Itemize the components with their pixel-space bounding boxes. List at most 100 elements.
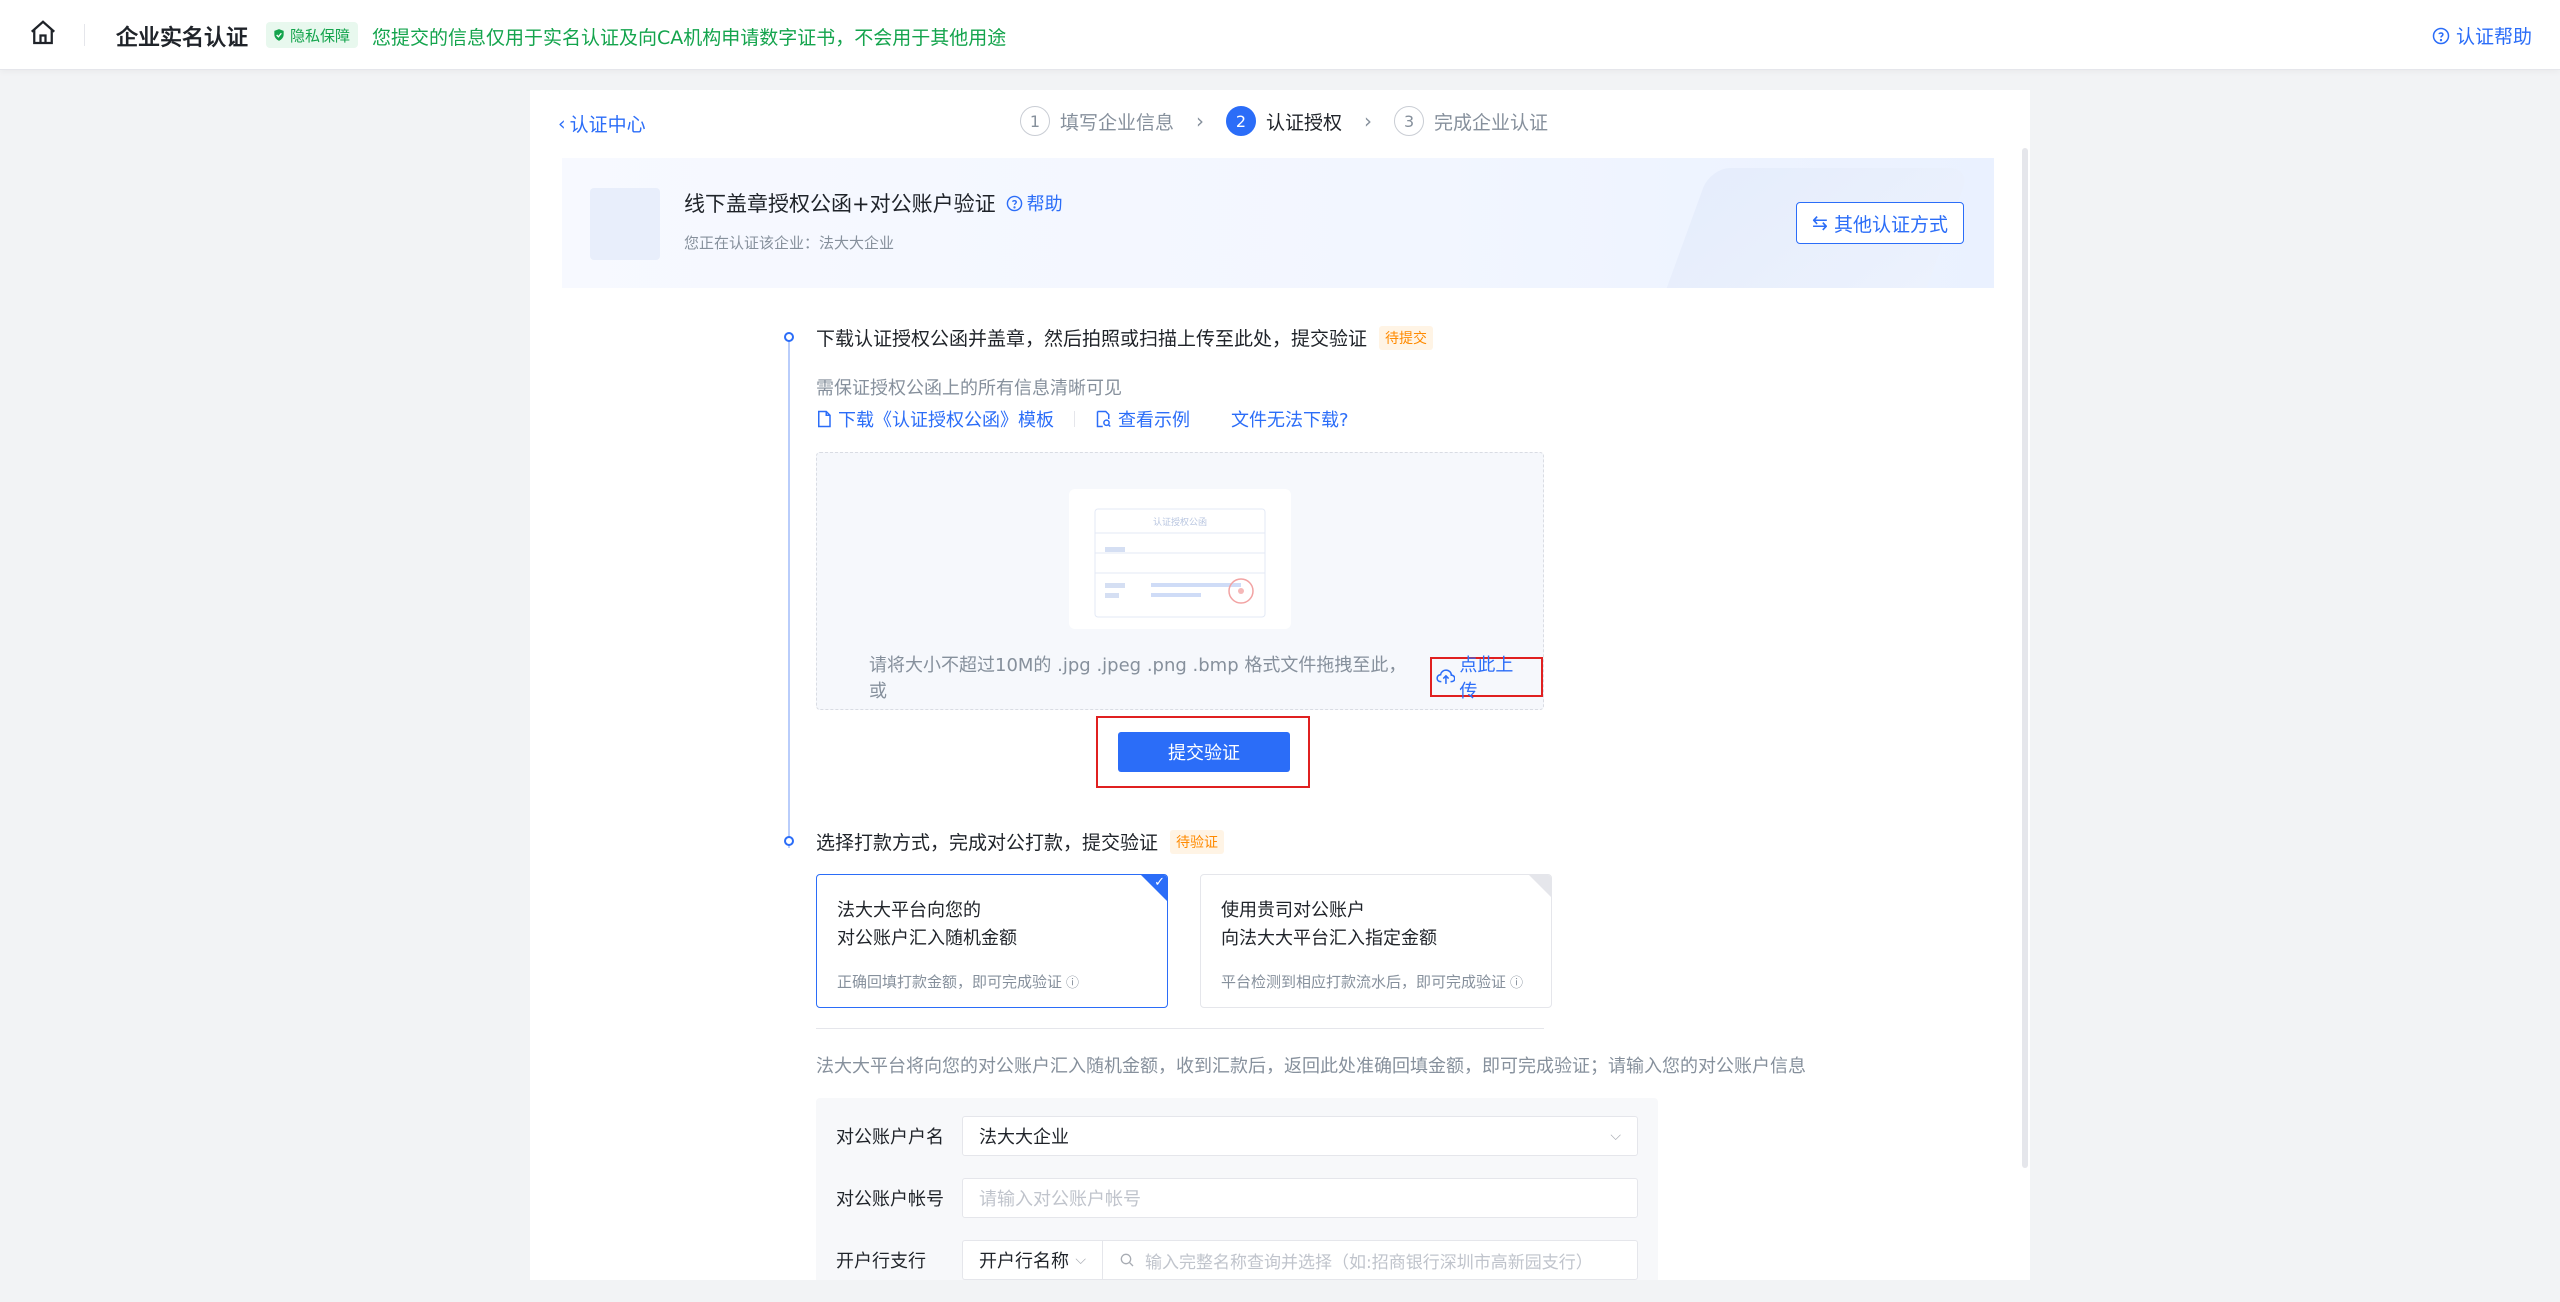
payment-section-title-text: 选择打款方式，完成对公打款，提交验证 [816,832,1159,854]
payment-option-title: 使用贵司对公账户 向法大大平台汇入指定金额 [1221,897,1437,953]
step-indicator: 1 填写企业信息 › 2 认证授权 › 3 完成企业认证 [1020,104,1548,138]
method-banner: 线下盖章授权公函+对公账户验证 帮助 您正在认证该企业：法大大企业 ⇆ 其他认证… [562,158,1994,288]
payment-option-subtitle-text: 平台检测到相应打款流水后，即可完成验证 [1221,973,1507,991]
document-preview-illustration: 认证授权公函 [1094,508,1266,618]
link-separator [1074,411,1075,427]
cloud-upload-icon [1435,669,1456,684]
question-circle-icon [1006,195,1022,211]
bank-branch-row: 开户行支行 开户行名称 ⌵ 输入完整名称查询并选择（如:招商银行深圳市高新园支行… [836,1240,1638,1280]
download-template-label: 下载《认证授权公函》模板 [838,410,1054,431]
upload-tip: 请将大小不超过10M的 .jpg .jpeg .png .bmp 格式文件拖拽至… [869,651,1543,703]
top-divider [84,24,85,46]
timeline-dot-2 [784,836,794,846]
chevron-left-icon: ‹ [558,112,566,135]
other-method-button[interactable]: ⇆ 其他认证方式 [1796,202,1964,244]
scrollbar[interactable] [2022,148,2028,1168]
privacy-badge-label: 隐私保障 [290,26,351,45]
click-upload-button[interactable]: 点此上传 [1429,655,1543,702]
payment-option-random-amount[interactable]: ✓ 法大大平台向您的 对公账户汇入随机金额 正确回填打款金额，即可完成验证 ⓘ [816,874,1168,1008]
submit-verification-button[interactable]: 提交验证 [1118,732,1290,772]
account-number-row: 对公账户帐号 请输入对公账户帐号 [836,1178,1638,1218]
payment-option-specified-amount[interactable]: 使用贵司对公账户 向法大大平台汇入指定金额 平台检测到相应打款流水后，即可完成验… [1200,874,1552,1008]
bank-branch-search-placeholder: 输入完整名称查询并选择（如:招商银行深圳市高新园支行） [1145,1252,1593,1273]
bank-branch-label: 开户行支行 [836,1251,926,1272]
company-logo [590,188,660,260]
step-1: 1 填写企业信息 [1020,106,1174,136]
step-3: 3 完成企业认证 [1394,106,1548,136]
document-preview-title: 认证授权公函 [1153,516,1207,528]
status-badge: 待提交 [1379,325,1434,350]
bank-branch-search-input[interactable]: 输入完整名称查询并选择（如:招商银行深圳市高新园支行） [1102,1240,1638,1280]
document-preview: 认证授权公函 [1069,489,1291,629]
bank-name-select[interactable]: 开户行名称 ⌵ [962,1240,1102,1280]
section-divider [816,1028,1544,1029]
question-circle-icon[interactable]: ⓘ [1510,972,1523,991]
chevron-down-icon: ⌵ [1610,1128,1621,1144]
upload-hint: 需保证授权公函上的所有信息清晰可见 [816,378,1122,399]
swap-icon: ⇆ [1812,212,1828,234]
chevron-right-icon: › [1364,109,1373,133]
account-name-select[interactable]: 法大大企业 ⌵ [962,1116,1638,1156]
view-example-link[interactable]: 查看示例 [1095,406,1190,432]
document-icon [818,410,831,428]
privacy-notice: 您提交的信息仅用于实名认证及向CA机构申请数字证书，不会用于其他用途 [372,27,1007,49]
upload-section-title-text: 下载认证授权公函并盖章，然后拍照或扫描上传至此处，提交验证 [816,328,1368,350]
payment-description: 法大大平台将向您的对公账户汇入随机金额，收到汇款后，返回此处准确回填金额，即可完… [816,1056,1806,1077]
top-bar: 企业实名认证 隐私保障 您提交的信息仅用于实名认证及向CA机构申请数字证书，不会… [0,0,2560,70]
account-number-label: 对公账户帐号 [836,1189,944,1210]
account-name-value: 法大大企业 [979,1127,1069,1148]
bank-name-select-value: 开户行名称 [979,1251,1069,1272]
payment-option-line2: 对公账户汇入随机金额 [837,928,1017,949]
method-help-link[interactable]: 帮助 [1006,190,1063,216]
shield-check-icon [274,29,284,41]
method-help-label: 帮助 [1026,194,1063,215]
payment-option-line1: 法大大平台向您的 [837,900,981,921]
current-company: 您正在认证该企业：法大大企业 [684,234,895,252]
method-title-text: 线下盖章授权公函+对公账户验证 [684,192,996,216]
help-link-label: 认证帮助 [2455,26,2532,48]
download-template-link[interactable]: 下载《认证授权公函》模板 [816,406,1054,432]
link-spacer [1210,411,1211,427]
back-link-label: 认证中心 [569,114,646,136]
timeline-line [788,338,790,848]
step-2-number: 2 [1226,106,1257,136]
question-circle-icon [2432,27,2450,44]
payment-option-subtitle-text: 正确回填打款金额，即可完成验证 [837,973,1063,991]
method-title: 线下盖章授权公函+对公账户验证 帮助 [684,188,1063,218]
other-method-label: 其他认证方式 [1833,214,1948,236]
upload-tip-text: 请将大小不超过10M的 .jpg .jpeg .png .bmp 格式文件拖拽至… [869,655,1407,702]
main-card: ‹ 认证中心 1 填写企业信息 › 2 认证授权 › 3 完成企业认证 线下盖章… [530,90,2030,1280]
payment-option-line2: 向法大大平台汇入指定金额 [1221,928,1437,949]
page-title: 企业实名认证 [116,26,249,51]
payment-option-subtitle: 正确回填打款金额，即可完成验证 ⓘ [837,971,1079,992]
cannot-download-link[interactable]: 文件无法下载? [1231,406,1349,432]
chevron-down-icon: ⌵ [1075,1252,1086,1268]
payment-section-title: 选择打款方式，完成对公打款，提交验证 待验证 [816,828,1225,855]
timeline-dot-1 [784,332,794,342]
account-number-input[interactable]: 请输入对公账户帐号 [962,1178,1638,1218]
privacy-badge: 隐私保障 [266,22,359,48]
bank-account-form: 对公账户户名 法大大企业 ⌵ 对公账户帐号 请输入对公账户帐号 开户行支行 开户… [816,1098,1658,1280]
step-2-label: 认证授权 [1266,111,1343,134]
view-example-label: 查看示例 [1118,410,1190,431]
check-icon: ✓ [1154,875,1165,890]
home-icon[interactable] [28,18,58,48]
payment-option-title: 法大大平台向您的 对公账户汇入随机金额 [837,897,1017,953]
payment-option-subtitle: 平台检测到相应打款流水后，即可完成验证 ⓘ [1221,971,1523,992]
chevron-right-icon: › [1196,109,1205,133]
status-badge: 待验证 [1170,829,1225,854]
account-name-row: 对公账户户名 法大大企业 ⌵ [836,1116,1638,1156]
help-link[interactable]: 认证帮助 [2432,22,2532,49]
search-icon [1120,1253,1134,1267]
account-name-label: 对公账户户名 [836,1127,944,1148]
upload-dropzone[interactable]: 认证授权公函 请将大小不超过10M的 .jpg .jpeg .png .bmp … [816,452,1544,710]
payment-option-line1: 使用贵司对公账户 [1221,900,1365,921]
question-circle-icon[interactable]: ⓘ [1066,972,1079,991]
back-link[interactable]: ‹ 认证中心 [558,110,646,137]
step-2: 2 认证授权 [1226,106,1342,136]
click-upload-label: 点此上传 [1459,655,1514,702]
step-1-label: 填写企业信息 [1060,111,1175,134]
template-links: 下载《认证授权公函》模板 查看示例 文件无法下载? [816,406,1349,432]
step-3-number: 3 [1394,106,1425,136]
upload-section-title: 下载认证授权公函并盖章，然后拍照或扫描上传至此处，提交验证 待提交 [816,324,1434,351]
